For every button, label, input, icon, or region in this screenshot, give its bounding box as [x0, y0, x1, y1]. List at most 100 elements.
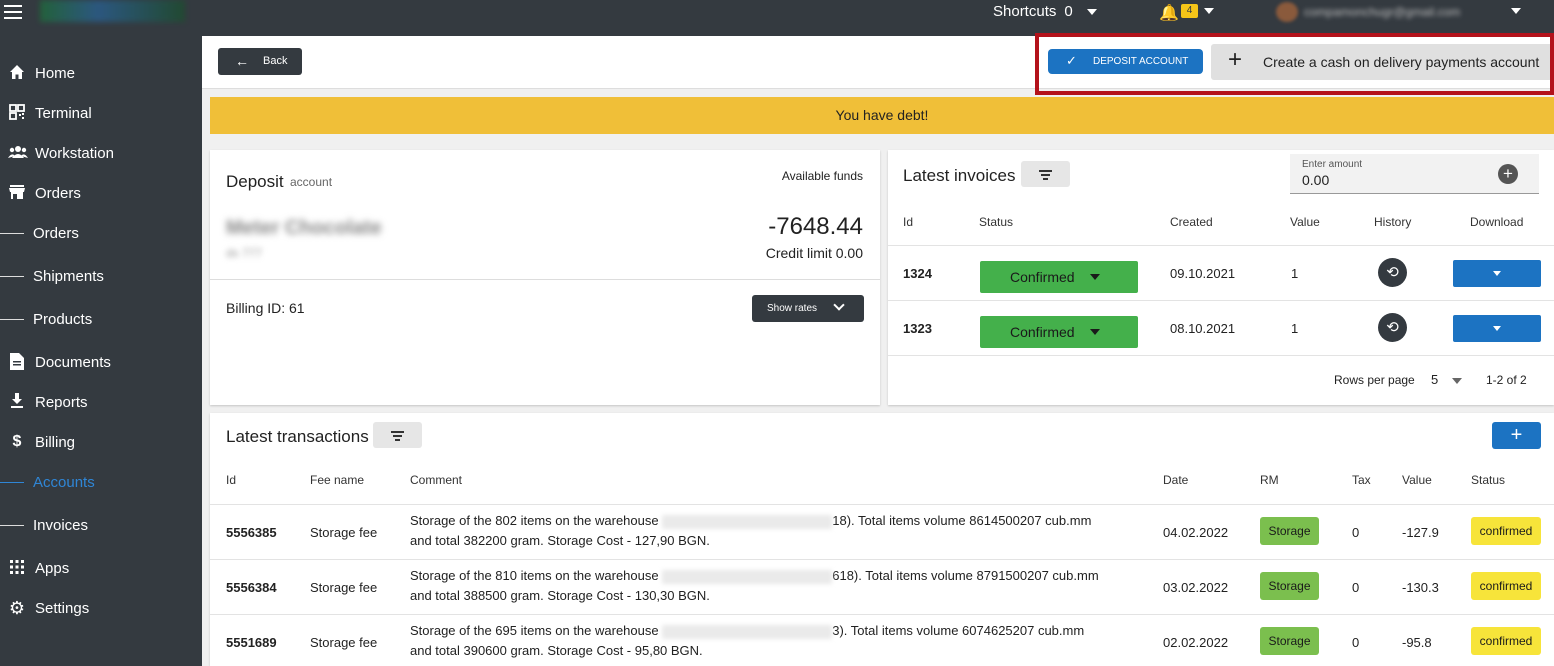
bell-icon[interactable]: 🔔 [1159, 3, 1179, 23]
sidebar-item-settings[interactable]: ⚙ Settings [0, 593, 202, 623]
column-header: Status [1471, 473, 1506, 487]
divider [888, 245, 1554, 246]
history-icon[interactable]: ⟲ [1378, 258, 1407, 287]
sidebar-subitem-products[interactable]: Products [0, 304, 202, 334]
company-name: Meter Chocolate [226, 217, 382, 239]
transactions-filter-button[interactable] [373, 422, 422, 448]
deposit-card: Deposit account Available funds Meter Ch… [210, 150, 880, 405]
sidebar-item-billing[interactable]: $ Billing [0, 427, 202, 457]
user-email[interactable]: compamonchugr@gmail.com [1304, 5, 1460, 19]
chevron-down-icon [833, 299, 845, 311]
transaction-value: -127.9 [1402, 525, 1439, 540]
status-dropdown[interactable]: Confirmed [980, 316, 1138, 348]
notification-badge: 4 [1181, 4, 1198, 18]
arrow-left-icon: ← [235, 53, 249, 69]
home-icon [8, 64, 26, 82]
apps-grid-icon [8, 559, 26, 577]
sidebar-item-label: Accounts [33, 474, 95, 491]
hamburger-menu-icon[interactable] [4, 5, 22, 19]
shortcuts-dropdown[interactable]: Shortcuts 0 [993, 3, 1097, 20]
sidebar-item-label: Workstation [35, 145, 114, 162]
chevron-down-icon[interactable] [1511, 8, 1521, 14]
transaction-id: 5556384 [226, 580, 277, 595]
shortcuts-count: 0 [1064, 3, 1073, 20]
filter-icon [395, 439, 400, 441]
sidebar-subitem-accounts[interactable]: Accounts [0, 467, 202, 497]
sidebar-subitem-orders[interactable]: Orders [0, 218, 202, 248]
invoice-value: 1 [1291, 321, 1299, 336]
filter-icon [1043, 178, 1048, 180]
comment-text: 18). Total items volume 8614500207 cub.m… [832, 513, 1092, 528]
transaction-id: 5556385 [226, 525, 277, 540]
chevron-down-icon [1090, 329, 1100, 335]
divider [210, 504, 1554, 505]
history-icon[interactable]: ⟲ [1378, 313, 1407, 342]
comment-text: and total 390600 gram. Storage Cost - 95… [410, 643, 703, 658]
transactions-card: Latest transactions + Id Fee name Commen… [210, 413, 1554, 666]
sidebar-item-orders[interactable]: Orders [0, 178, 202, 208]
column-header: Created [1170, 215, 1213, 229]
top-bar: Shortcuts 0 🔔 4 compamonchugr@gmail.com [0, 0, 1554, 36]
divider [0, 319, 24, 320]
invoice-id: 1324 [903, 266, 932, 281]
transaction-comment: Storage of the 810 items on the warehous… [410, 566, 1145, 606]
credit-limit: Credit limit 0.00 [765, 245, 863, 261]
transaction-comment: Storage of the 802 items on the warehous… [410, 511, 1145, 551]
download-icon [8, 393, 26, 411]
sidebar-item-terminal[interactable]: Terminal [0, 98, 202, 128]
invoices-filter-button[interactable] [1021, 161, 1070, 187]
column-header: Id [226, 473, 237, 487]
status-badge: confirmed [1471, 517, 1541, 545]
divider [210, 614, 1554, 615]
filter-icon [393, 435, 402, 437]
sidebar-item-label: Documents [35, 354, 111, 371]
invoice-value: 1 [1291, 266, 1299, 281]
transaction-tax: 0 [1352, 580, 1360, 595]
comment-text: and total 382200 gram. Storage Cost - 12… [410, 533, 710, 548]
gear-icon: ⚙ [8, 598, 26, 618]
sidebar-item-label: Terminal [35, 105, 92, 122]
rm-badge: Storage [1260, 572, 1319, 600]
add-transaction-button[interactable]: + [1492, 422, 1541, 449]
chevron-down-icon[interactable] [1452, 378, 1462, 384]
sidebar-item-label: Settings [35, 600, 90, 617]
show-rates-button[interactable]: Show rates [752, 295, 864, 322]
comment-text: Storage of the 810 items on the warehous… [410, 568, 659, 583]
download-button[interactable] [1453, 260, 1541, 287]
divider [0, 276, 24, 277]
fee-name: Storage fee [310, 525, 378, 540]
divider [0, 525, 24, 526]
sidebar-item-workstation[interactable]: Workstation [0, 138, 202, 168]
download-button[interactable] [1453, 315, 1541, 342]
sidebar-item-documents[interactable]: Documents [0, 347, 202, 377]
divider [0, 482, 24, 483]
rows-per-page-select[interactable]: 5 [1431, 372, 1438, 387]
sidebar-item-label: Shipments [33, 268, 104, 285]
comment-text: and total 388500 gram. Storage Cost - 13… [410, 588, 710, 603]
sidebar-item-home[interactable]: Home [0, 58, 202, 88]
column-header: Date [1163, 473, 1189, 487]
debt-banner: You have debt! [210, 97, 1554, 134]
chevron-down-icon[interactable] [1204, 8, 1214, 14]
chevron-down-icon [1493, 271, 1501, 276]
status-dropdown[interactable]: Confirmed [980, 261, 1138, 293]
divider [0, 233, 24, 234]
dollar-icon: $ [12, 433, 22, 450]
store-icon [8, 184, 26, 202]
redacted-warehouse [662, 569, 833, 584]
add-circle-icon[interactable]: + [1498, 164, 1518, 184]
show-rates-label: Show rates [767, 303, 818, 314]
qr-code-icon [8, 104, 26, 122]
available-funds-label: Available funds [781, 169, 863, 183]
sidebar-subitem-shipments[interactable]: Shipments [0, 261, 202, 291]
sidebar-item-label: Billing [35, 434, 76, 451]
column-header: Status [979, 215, 1014, 229]
sidebar-subitem-invoices[interactable]: Invoices [0, 510, 202, 540]
people-icon [8, 144, 28, 162]
fee-name: Storage fee [310, 635, 378, 650]
app-logo[interactable] [40, 0, 185, 22]
sidebar-item-apps[interactable]: Apps [0, 553, 202, 583]
back-button[interactable]: ← Back [218, 48, 302, 75]
sidebar-item-reports[interactable]: Reports [0, 387, 202, 417]
avatar[interactable] [1276, 2, 1298, 22]
